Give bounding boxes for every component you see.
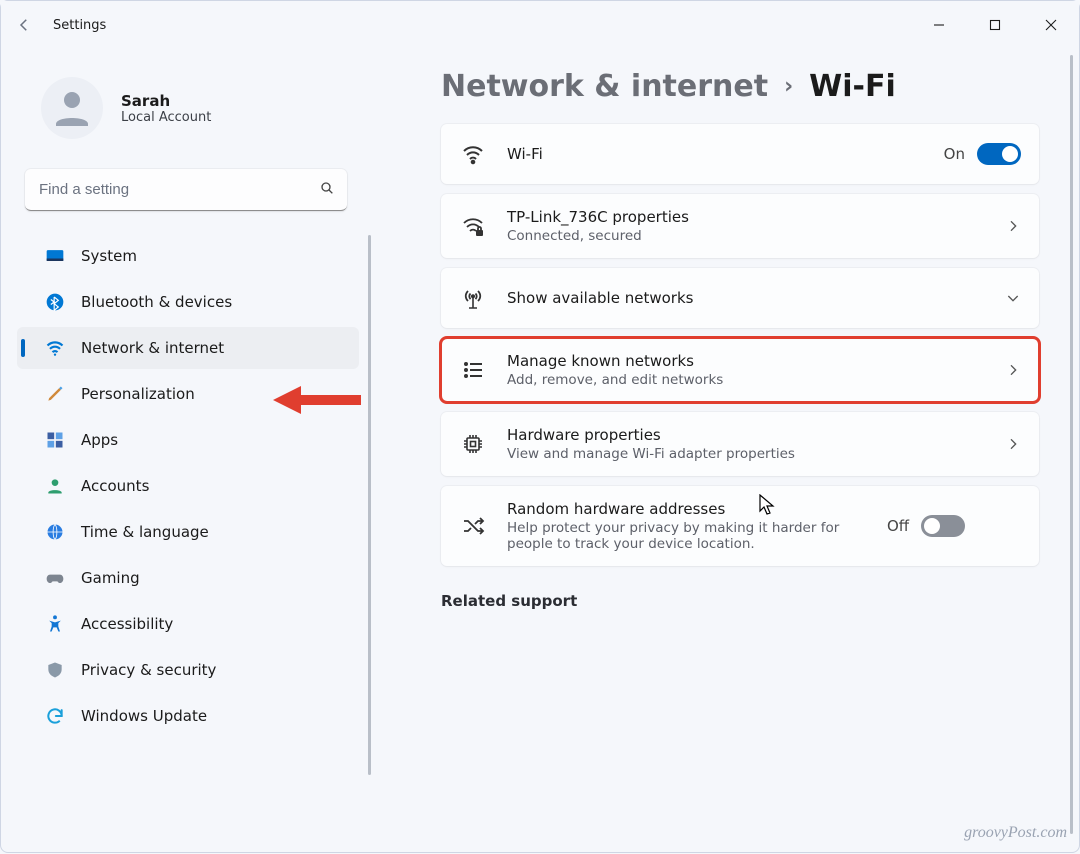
sidebar-item-windows-update[interactable]: Windows Update [17, 695, 359, 737]
card-subtitle: Connected, secured [507, 228, 985, 244]
content: Network & internet › Wi-Fi Wi-Fi On TP-L… [371, 49, 1079, 854]
sidebar-item-label: Windows Update [81, 707, 207, 725]
chip-icon [459, 432, 487, 456]
card-network-properties[interactable]: TP-Link_736C properties Connected, secur… [441, 194, 1039, 258]
sidebar-item-system[interactable]: System [17, 235, 359, 277]
sidebar-item-label: Accounts [81, 477, 149, 495]
close-button[interactable] [1023, 3, 1079, 47]
window-controls [911, 3, 1079, 47]
chevron-right-icon [1005, 362, 1021, 378]
sidebar-item-label: System [81, 247, 137, 265]
card-show-available-networks[interactable]: Show available networks [441, 268, 1039, 328]
user-name: Sarah [121, 92, 211, 110]
update-icon [45, 706, 65, 726]
card-subtitle: Add, remove, and edit networks [507, 372, 985, 388]
paintbrush-icon [45, 384, 65, 404]
globe-clock-icon [45, 522, 65, 542]
wifi-icon [459, 142, 487, 166]
sidebar-item-label: Bluetooth & devices [81, 293, 232, 311]
card-subtitle: Help protect your privacy by making it h… [507, 520, 867, 552]
sidebar-item-privacy[interactable]: Privacy & security [17, 649, 359, 691]
sidebar-item-label: Privacy & security [81, 661, 216, 679]
related-support-heading: Related support [441, 592, 1039, 610]
sidebar-item-accounts[interactable]: Accounts [17, 465, 359, 507]
sidebar-item-label: Accessibility [81, 615, 173, 633]
content-scrollbar[interactable] [1070, 55, 1073, 834]
minimize-button[interactable] [911, 3, 967, 47]
sidebar-item-gaming[interactable]: Gaming [17, 557, 359, 599]
toggle-state-label: On [944, 145, 965, 163]
bluetooth-icon [45, 292, 65, 312]
card-title: Show available networks [507, 289, 985, 307]
sidebar-item-label: Personalization [81, 385, 195, 403]
card-title: Manage known networks [507, 352, 985, 370]
maximize-button[interactable] [967, 3, 1023, 47]
random-mac-toggle[interactable] [921, 515, 965, 537]
card-hardware-properties[interactable]: Hardware properties View and manage Wi-F… [441, 412, 1039, 476]
search-input[interactable] [25, 169, 347, 211]
sidebar-item-bluetooth[interactable]: Bluetooth & devices [17, 281, 359, 323]
watermark: groovyPost.com [964, 824, 1067, 842]
sidebar-item-label: Network & internet [81, 339, 224, 357]
user-account-type: Local Account [121, 110, 211, 125]
sidebar-item-accessibility[interactable]: Accessibility [17, 603, 359, 645]
sidebar-item-apps[interactable]: Apps [17, 419, 359, 461]
toggle-state-label: Off [887, 517, 909, 535]
accessibility-icon [45, 614, 65, 634]
card-manage-known-networks[interactable]: Manage known networks Add, remove, and e… [441, 338, 1039, 402]
system-icon [45, 246, 65, 266]
card-title: Wi-Fi [507, 145, 924, 163]
list-icon [459, 358, 487, 382]
annotation-arrow [273, 383, 363, 421]
search-icon [319, 180, 335, 200]
sidebar-item-label: Apps [81, 431, 118, 449]
card-title: Random hardware addresses [507, 500, 867, 518]
avatar [41, 77, 103, 139]
sidebar-item-label: Time & language [81, 523, 209, 541]
sidebar-item-label: Gaming [81, 569, 140, 587]
sidebar-item-time-language[interactable]: Time & language [17, 511, 359, 553]
back-icon[interactable] [13, 14, 35, 36]
breadcrumb-current: Wi-Fi [809, 69, 896, 104]
wifi-secure-icon [459, 214, 487, 238]
nav-list: System Bluetooth & devices Network & int… [5, 235, 371, 795]
shield-icon [45, 660, 65, 680]
apps-icon [45, 430, 65, 450]
wifi-toggle[interactable] [977, 143, 1021, 165]
card-wifi-toggle[interactable]: Wi-Fi On [441, 124, 1039, 184]
card-subtitle: View and manage Wi-Fi adapter properties [507, 446, 985, 462]
sidebar: Sarah Local Account System [1, 49, 371, 854]
chevron-right-icon [1005, 436, 1021, 452]
card-title: Hardware properties [507, 426, 985, 444]
wifi-icon [45, 338, 65, 358]
chevron-right-icon [1005, 218, 1021, 234]
card-random-hardware-addresses[interactable]: Random hardware addresses Help protect y… [441, 486, 1039, 566]
window-title: Settings [53, 18, 106, 33]
chevron-down-icon [1005, 290, 1021, 306]
card-title: TP-Link_736C properties [507, 208, 985, 226]
breadcrumb: Network & internet › Wi-Fi [441, 69, 1039, 124]
chevron-right-icon: › [784, 74, 793, 99]
user-block[interactable]: Sarah Local Account [1, 67, 371, 161]
breadcrumb-parent[interactable]: Network & internet [441, 69, 768, 104]
person-icon [45, 476, 65, 496]
shuffle-icon [459, 514, 487, 538]
titlebar: Settings [1, 1, 1079, 49]
search-box[interactable] [25, 169, 347, 211]
gamepad-icon [45, 568, 65, 588]
antenna-icon [459, 286, 487, 310]
sidebar-item-network[interactable]: Network & internet [17, 327, 359, 369]
